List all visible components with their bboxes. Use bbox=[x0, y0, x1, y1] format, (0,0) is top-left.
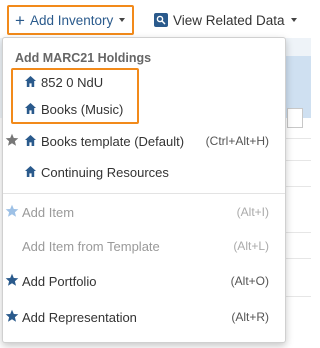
section-header-marc21-holdings: Add MARC21 Holdings bbox=[15, 51, 152, 65]
background-row-divider bbox=[285, 186, 311, 187]
star-blue-icon[interactable] bbox=[5, 273, 19, 287]
search-icon bbox=[154, 13, 168, 27]
star-gray-icon[interactable] bbox=[5, 133, 19, 147]
menu-item-label: Add Representation bbox=[22, 309, 137, 325]
keyboard-shortcut: (Alt+R) bbox=[231, 310, 269, 324]
background-row-divider bbox=[285, 258, 311, 259]
caret-down-icon bbox=[119, 18, 126, 22]
menu-item-label: 852 0 NdU bbox=[41, 74, 104, 90]
view-related-data-label: View Related Data bbox=[173, 12, 285, 28]
menu-item-852-0-ndu[interactable]: 852 0 NdU bbox=[3, 71, 285, 93]
house-icon bbox=[25, 166, 36, 177]
menu-item-books-template-default[interactable]: Books template (Default) (Ctrl+Alt+H) bbox=[3, 130, 285, 152]
menu-item-add-representation[interactable]: Add Representation (Alt+R) bbox=[3, 306, 285, 328]
star-light-icon bbox=[5, 204, 19, 217]
menu-item-continuing-resources[interactable]: Continuing Resources bbox=[3, 161, 285, 183]
add-inventory-label: Add Inventory bbox=[29, 12, 114, 28]
plus-icon: + bbox=[15, 10, 25, 30]
keyboard-shortcut: (Alt+L) bbox=[233, 239, 269, 253]
view-related-data-button[interactable]: View Related Data bbox=[154, 8, 297, 32]
background-row-divider bbox=[285, 296, 311, 297]
menu-item-label: Continuing Resources bbox=[41, 164, 169, 180]
menu-item-books-music[interactable]: Books (Music) bbox=[3, 98, 285, 120]
menu-item-label: Add Item from Template bbox=[22, 238, 160, 254]
house-icon bbox=[25, 76, 36, 87]
add-inventory-dropdown-menu: Add MARC21 Holdings 852 0 NdU Books (Mus… bbox=[2, 37, 286, 343]
keyboard-shortcut: (Ctrl+Alt+H) bbox=[205, 134, 269, 148]
house-icon bbox=[25, 103, 36, 114]
menu-item-label: Books (Music) bbox=[41, 101, 124, 117]
menu-divider bbox=[3, 193, 285, 194]
menu-item-add-item-from-template: Add Item from Template (Alt+L) bbox=[3, 235, 285, 257]
keyboard-shortcut: (Alt+I) bbox=[236, 205, 269, 219]
menu-item-label: Books template (Default) bbox=[41, 133, 185, 149]
background-row-divider bbox=[285, 232, 311, 233]
background-input-field bbox=[287, 108, 303, 128]
menu-item-label: Add Item bbox=[22, 204, 75, 220]
toolbar: + Add Inventory View Related Data bbox=[0, 0, 311, 38]
background-row-divider bbox=[285, 160, 311, 161]
add-inventory-button[interactable]: + Add Inventory bbox=[7, 5, 134, 35]
keyboard-shortcut: (Alt+O) bbox=[230, 274, 269, 288]
background-row-divider bbox=[285, 138, 311, 139]
star-blue-icon[interactable] bbox=[5, 309, 19, 323]
house-icon bbox=[25, 135, 36, 146]
menu-item-add-portfolio[interactable]: Add Portfolio (Alt+O) bbox=[3, 270, 285, 292]
menu-item-add-item: Add Item (Alt+I) bbox=[3, 201, 285, 223]
menu-item-label: Add Portfolio bbox=[22, 273, 97, 289]
caret-down-icon bbox=[290, 18, 297, 22]
